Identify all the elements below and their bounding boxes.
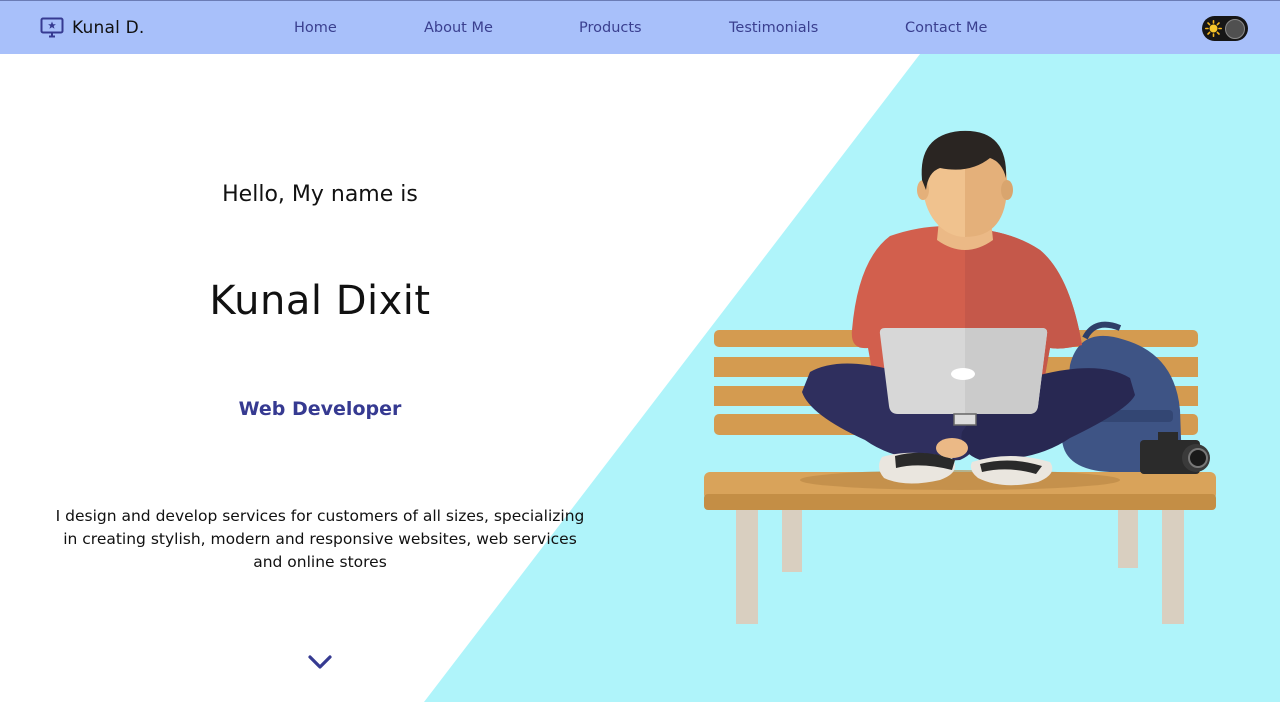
nav-link-home[interactable]: Home	[294, 18, 337, 38]
theme-toggle[interactable]	[1202, 16, 1248, 41]
brand-name: Kunal D.	[72, 18, 145, 38]
hero-name: Kunal Dixit	[209, 278, 431, 324]
nav-link-products[interactable]: Products	[579, 18, 642, 38]
hero-greeting: Hello, My name is	[222, 182, 418, 207]
hero-role: Web Developer	[238, 398, 402, 420]
brand-logo-link[interactable]: Kunal D.	[40, 15, 145, 41]
nav-link-contact-me[interactable]: Contact Me	[905, 18, 987, 38]
monitor-star-icon	[40, 17, 64, 38]
chevron-down-icon[interactable]	[306, 652, 334, 672]
toggle-knob	[1225, 18, 1245, 39]
navbar: Kunal D. Home About Me Products Testimon…	[0, 0, 1280, 54]
nav-link-testimonials[interactable]: Testimonials	[729, 18, 818, 38]
person-with-laptop-illustration	[704, 130, 1216, 624]
hero-bio: I design and develop services for custom…	[55, 507, 585, 571]
sun-icon	[1205, 20, 1222, 37]
nav-link-about-me[interactable]: About Me	[424, 18, 493, 38]
